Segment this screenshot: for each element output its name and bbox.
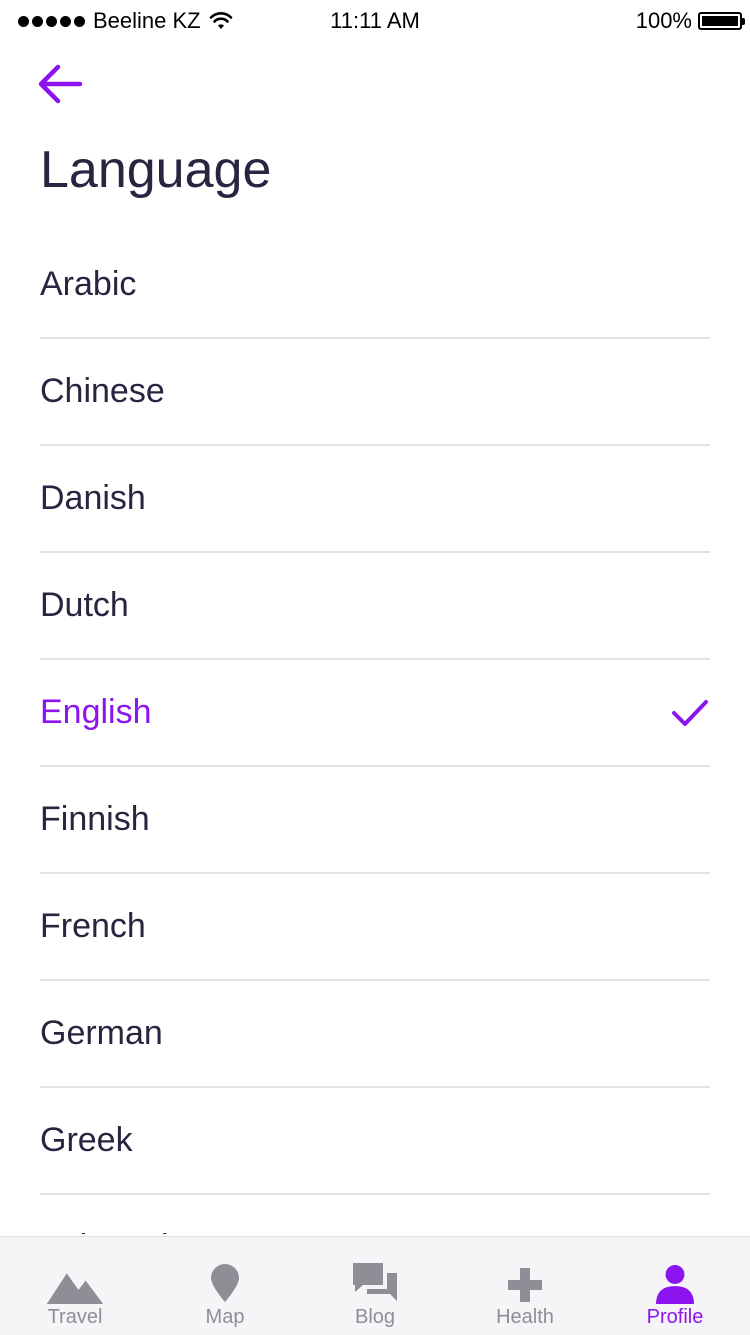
tab-label: Map (205, 1306, 245, 1328)
language-option[interactable]: Dutch (40, 553, 710, 660)
language-label: Danish (40, 479, 146, 517)
tab-map[interactable]: Map (150, 1237, 300, 1335)
plus-icon (506, 1266, 544, 1306)
tab-travel[interactable]: Travel (0, 1237, 150, 1335)
language-label: German (40, 1014, 163, 1052)
chat-bubbles-icon (351, 1260, 399, 1306)
language-option[interactable]: Indonesian (40, 1195, 710, 1234)
language-list: Arabic Chinese Danish Dutch English Finnish Fr… (40, 232, 710, 1234)
tab-label: Profile (646, 1306, 704, 1328)
tab-blog[interactable]: Blog (300, 1237, 450, 1335)
language-option[interactable]: German (40, 981, 710, 1088)
language-label: Chinese (40, 372, 165, 410)
mountain-icon (45, 1264, 105, 1306)
tab-bar: Travel Map Blog Health Profile (0, 1236, 750, 1335)
battery-percent: 100% (635, 8, 692, 33)
language-option[interactable]: Danish (40, 446, 710, 553)
language-option[interactable]: Finnish (40, 767, 710, 874)
battery-icon (698, 12, 745, 30)
language-option[interactable]: Chinese (40, 339, 710, 446)
person-icon (655, 1264, 695, 1306)
language-label: Greek (40, 1121, 133, 1159)
tab-label: Blog (354, 1306, 396, 1328)
arrow-left-icon (38, 64, 83, 104)
language-label: Arabic (40, 265, 137, 303)
tab-label: Travel (47, 1306, 103, 1328)
tab-health[interactable]: Health (450, 1237, 600, 1335)
language-label: Finnish (40, 800, 150, 838)
page-title: Language (40, 141, 272, 199)
language-label: Indonesian (40, 1228, 206, 1234)
language-label: English (40, 693, 152, 731)
language-option[interactable]: French (40, 874, 710, 981)
status-bar: Beeline KZ 11:11 AM 100% (0, 0, 750, 40)
language-option[interactable]: English (40, 660, 710, 767)
language-option[interactable]: Arabic (40, 232, 710, 339)
map-pin-icon (207, 1264, 243, 1306)
tab-profile[interactable]: Profile (600, 1237, 750, 1335)
back-button[interactable] (36, 62, 84, 106)
tab-label: Health (496, 1306, 554, 1328)
status-right: 100% (635, 8, 745, 34)
language-label: Dutch (40, 586, 129, 624)
language-option[interactable]: Greek (40, 1088, 710, 1195)
language-label: French (40, 907, 146, 945)
checkmark-icon (672, 699, 708, 726)
